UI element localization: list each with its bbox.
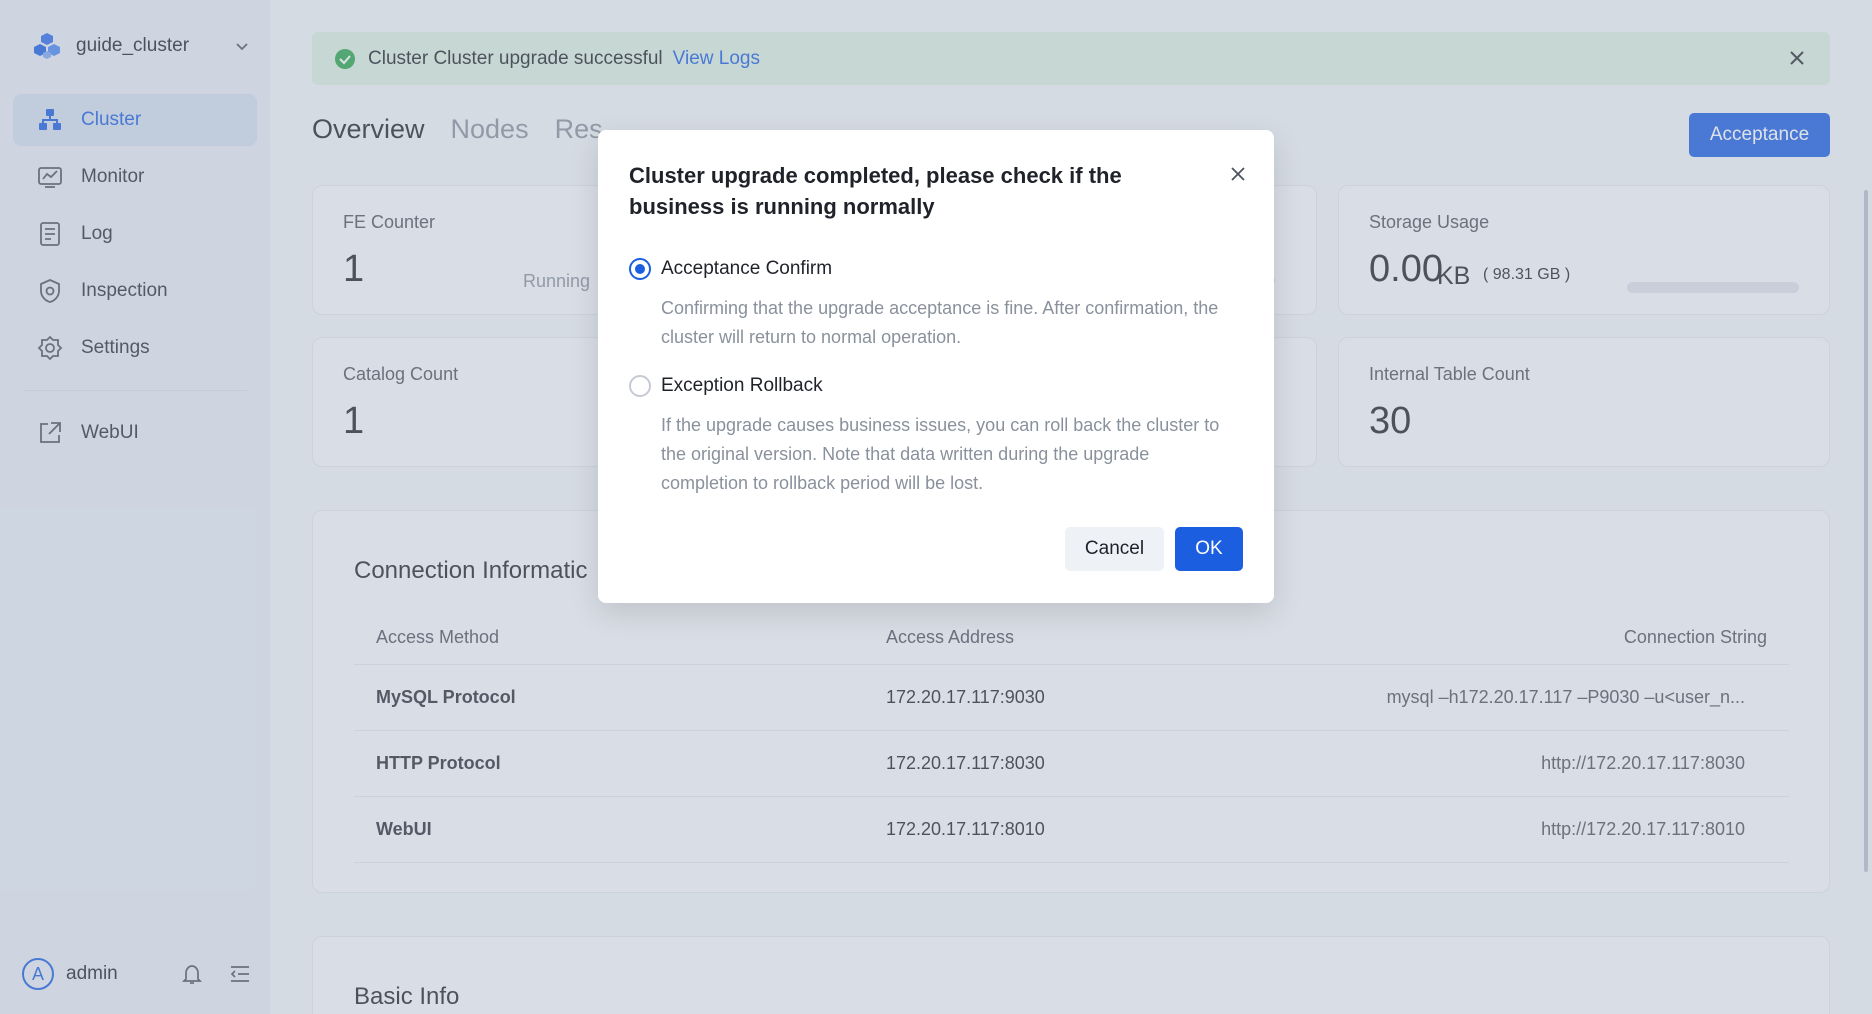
option-description: Confirming that the upgrade acceptance i…	[661, 298, 1219, 347]
modal-title: Cluster upgrade completed, please check …	[629, 163, 1122, 219]
option-label: Exception Rollback	[661, 375, 823, 396]
cancel-button[interactable]: Cancel	[1065, 527, 1164, 571]
exception-rollback-option[interactable]: Exception Rollback	[629, 375, 823, 397]
close-icon[interactable]	[1228, 164, 1248, 184]
ok-button[interactable]: OK	[1175, 527, 1243, 571]
option-description: If the upgrade causes business issues, y…	[661, 415, 1220, 493]
radio-unchecked[interactable]	[629, 375, 651, 397]
option-label: Acceptance Confirm	[661, 258, 833, 279]
radio-checked[interactable]	[629, 258, 651, 280]
acceptance-confirm-option[interactable]: Acceptance Confirm	[629, 258, 832, 280]
upgrade-acceptance-modal: Cluster upgrade completed, please check …	[598, 130, 1274, 603]
